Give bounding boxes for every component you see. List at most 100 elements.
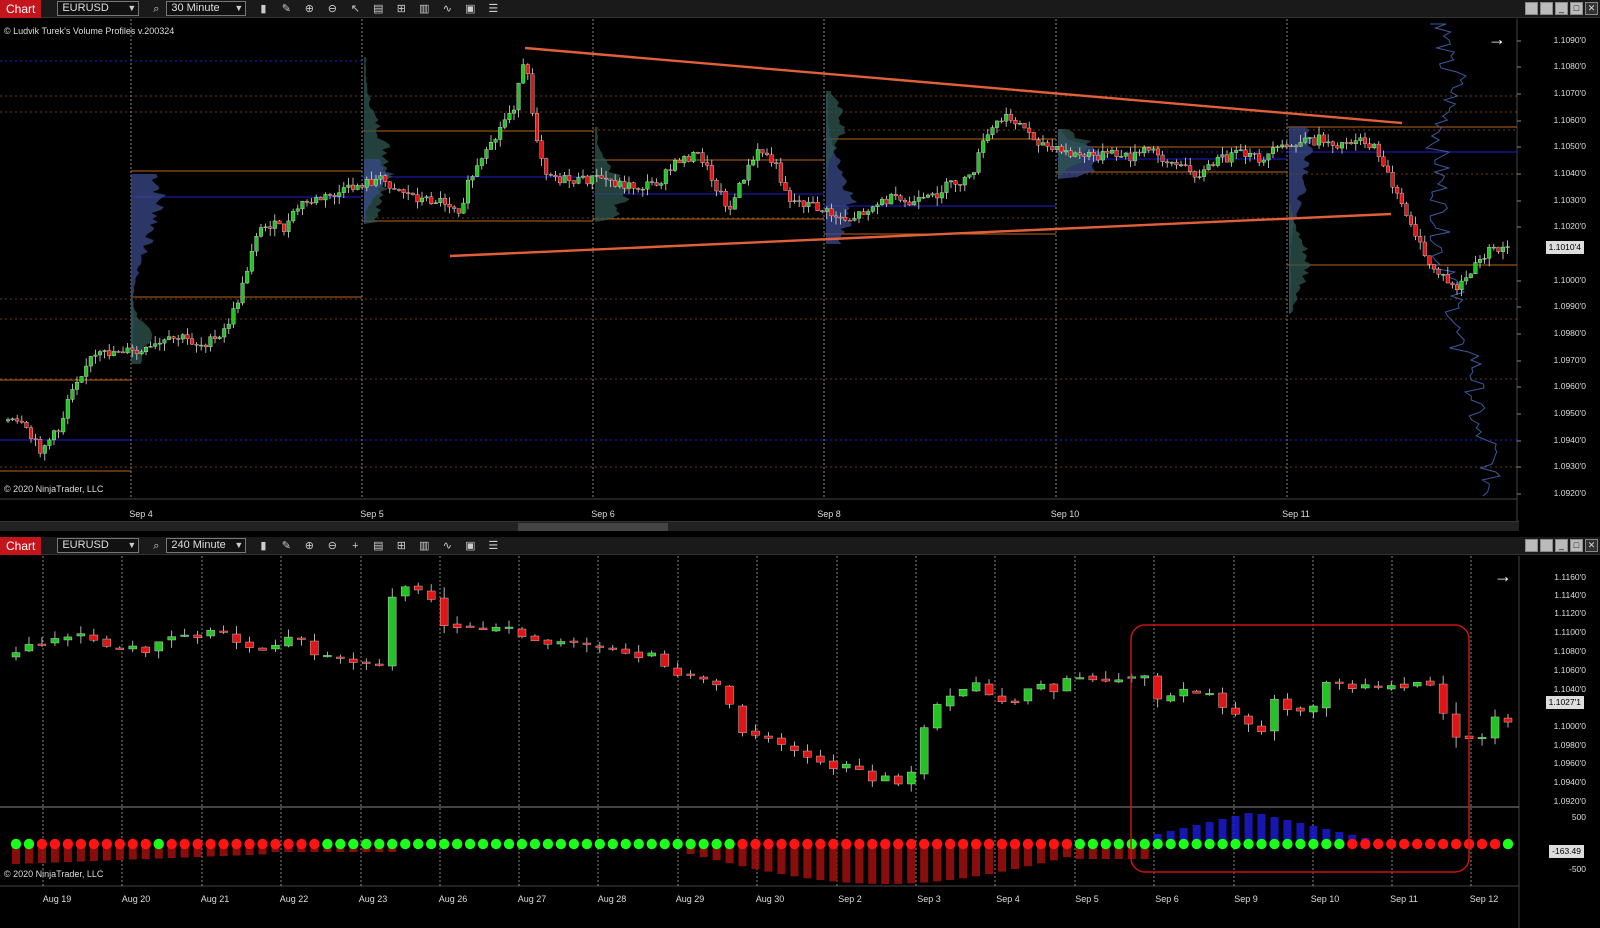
date-tick-label: Sep 6 bbox=[591, 509, 615, 519]
data-box-icon[interactable]: ▤ bbox=[372, 540, 384, 552]
date-tick-label: Sep 8 bbox=[817, 509, 841, 519]
candle-body bbox=[594, 175, 599, 177]
candle-body bbox=[189, 338, 194, 345]
bottom-chart-tab[interactable]: Chart bbox=[0, 536, 42, 555]
candle-body bbox=[1500, 246, 1505, 252]
candle-body bbox=[1229, 152, 1234, 163]
candle-body bbox=[478, 627, 488, 630]
bottom-price-chart[interactable] bbox=[0, 556, 1600, 928]
minimize-icon[interactable]: _ bbox=[1555, 539, 1568, 552]
drawing-tools-icon[interactable]: ∿ bbox=[441, 540, 453, 552]
properties-icon[interactable]: ⊞ bbox=[395, 3, 407, 15]
candle-body bbox=[530, 635, 540, 642]
candle-body bbox=[677, 159, 682, 164]
candle-body bbox=[1505, 246, 1510, 248]
zoom-out-icon[interactable]: ⊖ bbox=[326, 540, 338, 552]
candle-body bbox=[691, 152, 696, 162]
top-timeframe-select[interactable]: 30 Minute ▼ bbox=[166, 1, 247, 16]
candle-body bbox=[712, 680, 721, 686]
candle-body bbox=[1322, 681, 1331, 709]
candle-body bbox=[1413, 224, 1418, 237]
candle-body bbox=[1244, 715, 1253, 725]
properties-icon[interactable]: ⊞ bbox=[395, 540, 407, 552]
drawing-tools-icon[interactable]: ∿ bbox=[441, 3, 453, 15]
scroll-thumb[interactable] bbox=[518, 523, 668, 531]
tile-icon[interactable] bbox=[1540, 2, 1553, 15]
date-tick-label: Aug 23 bbox=[358, 894, 388, 904]
signal-dot bbox=[114, 838, 125, 850]
signal-dot bbox=[672, 838, 683, 850]
top-chart-tab[interactable]: Chart bbox=[0, 0, 42, 18]
cursor-icon[interactable]: ↖ bbox=[349, 3, 361, 15]
search-icon[interactable]: ⌕ bbox=[150, 3, 162, 15]
candle-body bbox=[88, 356, 93, 367]
zoom-in-icon[interactable]: ⊕ bbox=[303, 3, 315, 15]
price-tick-label: 1.0940'0 bbox=[1553, 777, 1586, 787]
maximize-icon[interactable]: □ bbox=[1570, 539, 1583, 552]
candle-body bbox=[654, 182, 659, 186]
candle-body bbox=[944, 181, 949, 193]
tile-icon[interactable] bbox=[1540, 539, 1553, 552]
date-tick-label: Sep 6 bbox=[1155, 894, 1179, 904]
maximize-icon[interactable]: □ bbox=[1570, 2, 1583, 15]
candle-body bbox=[976, 152, 981, 173]
candle-body bbox=[723, 191, 728, 207]
minimize-icon[interactable]: _ bbox=[1555, 2, 1568, 15]
candle-body bbox=[1100, 151, 1105, 161]
arrow-right-icon[interactable]: → bbox=[1488, 29, 1506, 50]
zoom-out-icon[interactable]: ⊖ bbox=[326, 3, 338, 15]
copyright-label: © 2020 NinjaTrader, LLC bbox=[4, 869, 104, 879]
pencil-icon[interactable]: ✎ bbox=[280, 540, 292, 552]
price-tick-label: 1.1040'0 bbox=[1553, 168, 1586, 178]
candle-body bbox=[401, 586, 410, 597]
top-price-chart[interactable] bbox=[0, 19, 1600, 521]
candle-body bbox=[881, 775, 890, 782]
candle-body bbox=[984, 683, 994, 696]
candle-body bbox=[387, 181, 392, 189]
candle-body bbox=[1270, 698, 1279, 732]
bars-icon[interactable]: ▮ bbox=[257, 3, 269, 15]
candle-body bbox=[493, 139, 498, 143]
bottom-timeframe-select[interactable]: 240 Minute ▼ bbox=[166, 538, 247, 553]
candle-body bbox=[128, 645, 137, 650]
price-tick-label: 1.1140'0 bbox=[1554, 590, 1586, 600]
search-icon[interactable]: ⌕ bbox=[150, 540, 162, 552]
top-scrollbar[interactable] bbox=[0, 521, 1519, 531]
signal-dot bbox=[1139, 838, 1150, 850]
tile-icon[interactable] bbox=[1525, 2, 1538, 15]
top-chart-pane[interactable]: © Ludvik Turek's Volume Profiles v.20032… bbox=[0, 19, 1600, 521]
candle-body bbox=[1231, 707, 1240, 715]
bars-icon[interactable]: ▮ bbox=[257, 540, 269, 552]
close-icon[interactable]: ✕ bbox=[1585, 2, 1598, 15]
pencil-icon[interactable]: ✎ bbox=[280, 3, 292, 15]
list-icon[interactable]: ☰ bbox=[487, 540, 499, 552]
data-box-icon[interactable]: ▤ bbox=[372, 3, 384, 15]
chevron-down-icon: ▼ bbox=[234, 3, 244, 13]
zoom-in-icon[interactable]: ⊕ bbox=[303, 540, 315, 552]
candle-body bbox=[406, 192, 411, 194]
signal-dot bbox=[1178, 838, 1189, 850]
arrow-right-icon[interactable]: → bbox=[1494, 566, 1512, 587]
signal-dot bbox=[179, 838, 190, 850]
candle-body bbox=[97, 351, 102, 356]
calculator-icon[interactable]: ▣ bbox=[464, 3, 476, 15]
date-tick-label: Aug 28 bbox=[597, 894, 627, 904]
candle-body bbox=[746, 164, 751, 181]
bottom-instrument-select[interactable]: EURUSD ▼ bbox=[57, 538, 140, 553]
templates-icon[interactable]: ▥ bbox=[418, 540, 430, 552]
crosshair-icon[interactable]: + bbox=[349, 540, 361, 552]
signal-dot bbox=[1399, 838, 1410, 850]
bottom-chart-pane[interactable]: © 2020 NinjaTrader, LLC → 1.1160'0 1.1140… bbox=[0, 556, 1600, 928]
templates-icon[interactable]: ▥ bbox=[418, 3, 430, 15]
top-instrument-select[interactable]: EURUSD ▼ bbox=[57, 1, 140, 16]
calculator-icon[interactable]: ▣ bbox=[464, 540, 476, 552]
candle-body bbox=[1109, 149, 1114, 154]
candle-body bbox=[141, 646, 150, 653]
candle-body bbox=[1077, 152, 1082, 156]
tile-icon[interactable] bbox=[1525, 539, 1538, 552]
list-icon[interactable]: ☰ bbox=[487, 3, 499, 15]
candle-body bbox=[507, 113, 512, 120]
oscillator-bar bbox=[855, 844, 864, 884]
close-icon[interactable]: ✕ bbox=[1585, 539, 1598, 552]
signal-dot bbox=[1411, 838, 1423, 850]
